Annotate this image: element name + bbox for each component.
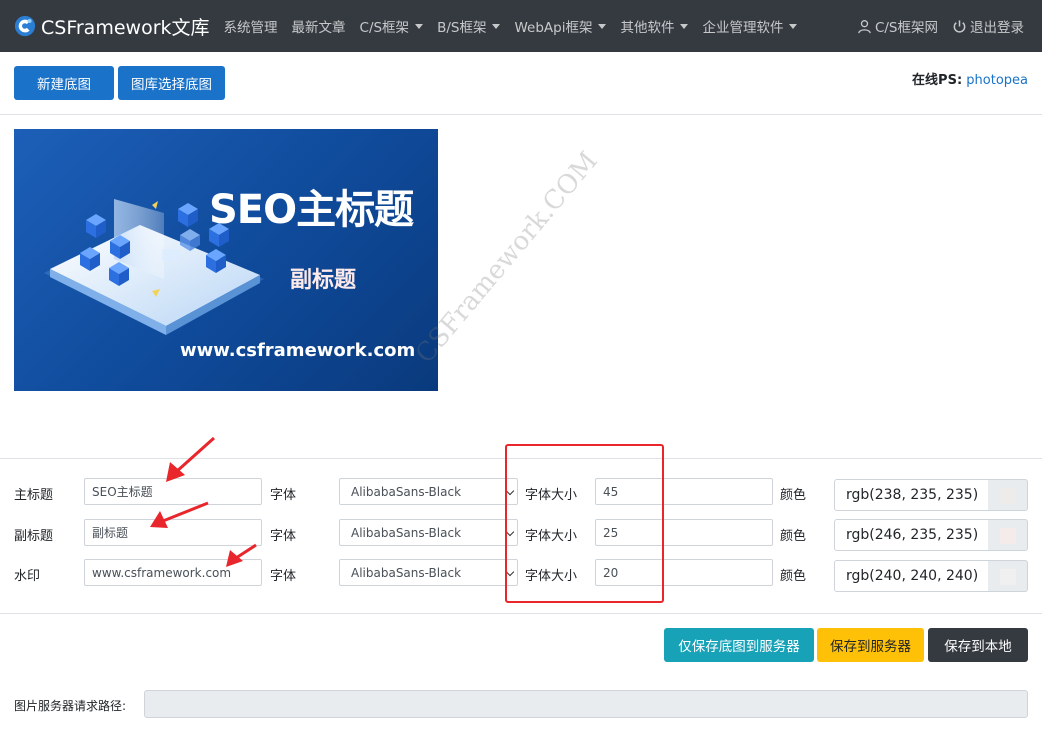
photopea-link[interactable]: photopea bbox=[966, 73, 1028, 88]
color-label: 颜色 bbox=[780, 488, 807, 503]
caret-down-icon bbox=[680, 23, 689, 29]
caret-down-icon bbox=[492, 23, 501, 29]
nav-label: 企业管理软件 bbox=[702, 20, 784, 36]
nav-logout[interactable]: 退出登录 bbox=[952, 16, 1024, 36]
watermark-color-picker[interactable] bbox=[988, 560, 1028, 592]
nav-label: C/S框架网 bbox=[874, 20, 938, 36]
banner-watermark-text: www.csframework.com bbox=[180, 340, 416, 361]
nav-webapi-framework[interactable]: WebApi框架 bbox=[514, 16, 607, 36]
watermark-label: 水印 bbox=[14, 569, 41, 584]
brand-logo-icon bbox=[14, 15, 36, 37]
subtitle-label: 副标题 bbox=[14, 529, 54, 544]
subtitle-color-input[interactable]: rgb(246, 235, 235) bbox=[834, 519, 990, 551]
gallery-base-image-button[interactable]: 图库选择底图 bbox=[118, 66, 225, 100]
main-title-color-picker[interactable] bbox=[988, 479, 1028, 511]
nav-right: C/S框架网 退出登录 bbox=[843, 0, 1024, 52]
nav-label: B/S框架 bbox=[437, 20, 487, 36]
save-base-to-server-button[interactable]: 仅保存底图到服务器 bbox=[664, 628, 814, 662]
subtitle-color-picker[interactable] bbox=[988, 519, 1028, 551]
nav-cs-framework[interactable]: C/S框架 bbox=[360, 16, 424, 36]
nav-other-software[interactable]: 其他软件 bbox=[620, 16, 689, 36]
nav-label: WebApi框架 bbox=[514, 20, 593, 36]
divider bbox=[0, 114, 1042, 115]
color-swatch bbox=[1000, 569, 1016, 585]
select-value: AlibabaSans-Black bbox=[351, 484, 462, 499]
annotation-arrow-icon bbox=[166, 436, 216, 482]
font-label: 字体 bbox=[270, 569, 297, 584]
save-to-server-button[interactable]: 保存到服务器 bbox=[817, 628, 924, 662]
server-path-label: 图片服务器请求路径: bbox=[14, 699, 127, 713]
watermark-color-input[interactable]: rgb(240, 240, 240) bbox=[834, 560, 990, 592]
power-icon bbox=[953, 19, 966, 33]
color-swatch bbox=[1000, 488, 1016, 504]
online-ps-label: 在线PS: bbox=[912, 73, 963, 88]
nav-label: 系统管理 bbox=[223, 20, 278, 36]
nav-bs-framework[interactable]: B/S框架 bbox=[437, 16, 501, 36]
nav-label: C/S框架 bbox=[359, 20, 410, 36]
nav-system-admin[interactable]: 系统管理 bbox=[224, 16, 278, 36]
annotation-highlight-box bbox=[505, 444, 664, 603]
select-value: AlibabaSans-Black bbox=[351, 525, 462, 540]
brand[interactable]: CSFramework文库 bbox=[14, 13, 210, 40]
caret-down-icon bbox=[415, 23, 424, 29]
banner-title: SEO主标题 bbox=[209, 187, 414, 233]
color-label: 颜色 bbox=[780, 529, 807, 544]
color-label: 颜色 bbox=[780, 569, 807, 584]
main-title-color-input[interactable]: rgb(238, 235, 235) bbox=[834, 479, 990, 511]
save-to-local-button[interactable]: 保存到本地 bbox=[928, 628, 1028, 662]
select-value: AlibabaSans-Black bbox=[351, 565, 462, 580]
main-title-font-select[interactable]: AlibabaSans-Black bbox=[339, 478, 518, 505]
nav-enterprise-software[interactable]: 企业管理软件 bbox=[702, 16, 798, 36]
banner-subtitle: 副标题 bbox=[290, 268, 357, 293]
online-ps: 在线PS: photopea bbox=[912, 69, 1028, 88]
top-navbar: CSFramework文库 系统管理 最新文章 C/S框架 B/S框架 WebA… bbox=[0, 0, 1042, 52]
nav-label: 退出登录 bbox=[970, 20, 1024, 36]
font-label: 字体 bbox=[270, 488, 297, 503]
watermark-font-select[interactable]: AlibabaSans-Black bbox=[339, 559, 518, 586]
divider bbox=[0, 613, 1042, 614]
subtitle-font-select[interactable]: AlibabaSans-Black bbox=[339, 519, 518, 546]
user-icon bbox=[858, 19, 871, 33]
subtitle-input[interactable]: 副标题 bbox=[84, 519, 262, 546]
nav-label: 其他软件 bbox=[620, 20, 675, 36]
color-swatch bbox=[1000, 528, 1016, 544]
banner-preview: SEO主标题 副标题 www.csframework.com bbox=[14, 129, 438, 391]
page-watermark: CSFramework.COM bbox=[410, 146, 604, 370]
font-label: 字体 bbox=[270, 529, 297, 544]
server-path-input[interactable] bbox=[144, 690, 1028, 718]
caret-down-icon bbox=[598, 23, 607, 29]
caret-down-icon bbox=[789, 23, 798, 29]
nav-site-link[interactable]: C/S框架网 bbox=[857, 16, 938, 36]
main-title-input[interactable]: SEO主标题 bbox=[84, 478, 262, 505]
nav-label: 最新文章 bbox=[291, 20, 346, 36]
new-base-image-button[interactable]: 新建底图 bbox=[14, 66, 114, 100]
main-title-label: 主标题 bbox=[14, 488, 54, 503]
brand-name: CSFramework文库 bbox=[41, 16, 210, 39]
watermark-input[interactable]: www.csframework.com bbox=[84, 559, 262, 586]
nav-latest-articles[interactable]: 最新文章 bbox=[292, 16, 346, 36]
